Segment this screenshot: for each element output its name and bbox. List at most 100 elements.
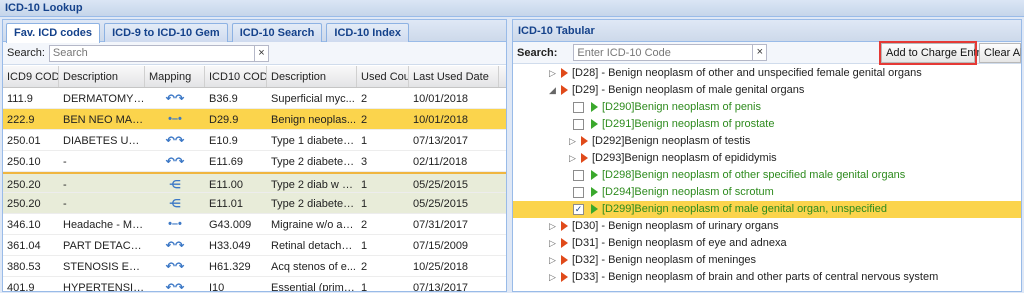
add-to-charge-entry-button[interactable]: Add to Charge Entry xyxy=(879,41,986,65)
expand-icon[interactable]: ▷ xyxy=(549,272,556,283)
table-row[interactable]: 346.10 Headache - Mig... •–• G43.009 Migrain… xyxy=(3,214,506,235)
row-last-used-date: 07/15/2009 xyxy=(413,240,469,252)
mapping-icon[interactable]: •–• xyxy=(145,214,205,234)
tree-node-label[interactable]: [D33] - Benign neoplasm of brain and oth… xyxy=(572,271,938,283)
tree-node[interactable]: [D298]Benign neoplasm of other specified… xyxy=(513,167,1021,184)
mapping-icon[interactable]: ↶↷ xyxy=(145,235,205,255)
tree-node-label[interactable]: [D294]Benign neoplasm of scrotum xyxy=(602,186,774,198)
table-row[interactable]: 250.20 - ⋲ E11.01 Type 2 diabetes... 1 05/25/2… xyxy=(3,193,506,214)
tab-icd10-index[interactable]: ICD-10 Index xyxy=(326,23,410,42)
table-row[interactable]: 222.9 BEN NEO MAL... •–• D29.9 Benign neopla… xyxy=(3,109,506,130)
icd10-code-input[interactable] xyxy=(573,44,754,61)
table-row[interactable]: 361.04 PART DETACH-... ↶↷ H33.049 Retinal de… xyxy=(3,235,506,256)
mapping-icon[interactable]: ↶↷ xyxy=(145,277,205,291)
collapse-icon[interactable]: ◢ xyxy=(549,85,556,96)
row-description: DIABETES UN... xyxy=(63,135,145,147)
tree-node[interactable]: ▷ [D293]Benign neoplasm of epididymis xyxy=(513,150,1021,167)
expand-icon[interactable]: ▷ xyxy=(569,153,576,164)
tab-icd9-to-icd10-gem[interactable]: ICD-9 to ICD-10 Gem xyxy=(104,23,228,42)
code-checkbox[interactable] xyxy=(573,102,584,113)
mapping-icon[interactable]: ↶↷ xyxy=(145,88,205,108)
row-last-used-date: 05/25/2015 xyxy=(413,198,469,210)
row-icd10-description: Type 1 diabetes... xyxy=(271,135,357,147)
row-used-count: 2 xyxy=(361,114,368,126)
col-icd10-description[interactable]: Description xyxy=(267,66,357,87)
code-checkbox[interactable] xyxy=(573,187,584,198)
col-used-count[interactable]: Used Count xyxy=(357,66,409,87)
tree-node[interactable]: ◢ [D29] - Benign neoplasm of male genital… xyxy=(513,82,1021,99)
tree-node[interactable]: ▷ [D292]Benign neoplasm of testis xyxy=(513,133,1021,150)
table-row[interactable]: 250.20 - ⋲ E11.00 Type 2 diab w h... 1 05/25/2… xyxy=(3,172,506,193)
row-icd9-code: 222.9 xyxy=(7,114,35,126)
favorites-panel: Fav. ICD codes ICD-9 to ICD-10 Gem ICD-1… xyxy=(2,19,507,292)
expand-icon[interactable]: ▷ xyxy=(549,68,556,79)
table-row[interactable]: 250.01 DIABETES UN... ↶↷ E10.9 Type 1 diabet… xyxy=(3,130,506,151)
mapping-icon[interactable]: ↶↷ xyxy=(145,256,205,276)
row-icd10-description: Acq stenos of e... xyxy=(271,261,356,273)
row-icd10-code: H33.049 xyxy=(209,240,251,252)
table-row[interactable]: 250.10 - ↶↷ E11.69 Type 2 diabetes... 3 02/11/… xyxy=(3,151,506,172)
billable-code-icon xyxy=(591,170,598,180)
tabular-search-row: Search: × Add to Charge Entry Clear All xyxy=(513,41,1021,65)
row-description: - xyxy=(63,179,67,191)
table-row[interactable]: 401.9 HYPERTENSIO... ↶↷ I10 Essential (prima… xyxy=(3,277,506,291)
expand-icon[interactable]: ▷ xyxy=(549,255,556,266)
table-row[interactable]: 111.9 DERMATOMYC... ↶↷ B36.9 Superficial myc… xyxy=(3,88,506,109)
row-icd9-code: 380.53 xyxy=(7,261,41,273)
fav-search-input[interactable] xyxy=(48,44,255,62)
icd10-search-clear-icon[interactable]: × xyxy=(753,44,768,61)
row-icd9-code: 250.20 xyxy=(7,198,41,210)
expand-icon[interactable]: ▷ xyxy=(549,238,556,249)
mapping-icon[interactable]: ↶↷ xyxy=(145,130,205,150)
tree-node-label[interactable]: [D28] - Benign neoplasm of other and uns… xyxy=(572,67,922,79)
row-last-used-date: 10/01/2018 xyxy=(413,114,469,126)
mapping-icon[interactable]: ⋲ xyxy=(145,193,205,213)
row-icd9-code: 346.10 xyxy=(7,219,41,231)
fav-search-clear-icon[interactable]: × xyxy=(254,44,269,62)
tree-node[interactable]: [D291]Benign neoplasm of prostate xyxy=(513,116,1021,133)
tree-node[interactable]: ▷ [D33] - Benign neoplasm of brain and ot… xyxy=(513,269,1021,286)
tree-node[interactable]: ▷ [D28] - Benign neoplasm of other and un… xyxy=(513,65,1021,82)
fav-codes-grid: ICD9 CODE Description Mapping ICD10 CODE… xyxy=(3,66,506,291)
tree-node-label[interactable]: [D29] - Benign neoplasm of male genital … xyxy=(572,84,804,96)
tree-node-label[interactable]: [D31] - Benign neoplasm of eye and adnex… xyxy=(572,237,787,249)
tree-node-label[interactable]: [D291]Benign neoplasm of prostate xyxy=(602,118,774,130)
tree-node-label[interactable]: [D32] - Benign neoplasm of meninges xyxy=(572,254,756,266)
tree-node-label[interactable]: [D30] - Benign neoplasm of urinary organ… xyxy=(572,220,779,232)
row-icd10-description: Type 2 diabetes... xyxy=(271,156,357,168)
mapping-icon[interactable]: ↶↷ xyxy=(145,151,205,171)
clear-all-button[interactable]: Clear All xyxy=(979,43,1021,63)
table-row[interactable]: 380.53 STENOSIS EA... ↶↷ H61.329 Acq stenos … xyxy=(3,256,506,277)
tree-node-label[interactable]: [D292]Benign neoplasm of testis xyxy=(592,135,750,147)
mapping-icon[interactable]: •–• xyxy=(145,109,205,129)
col-last-used-date[interactable]: Last Used Date xyxy=(409,66,499,87)
tree-node[interactable]: ▷ [D32] - Benign neoplasm of meninges xyxy=(513,252,1021,269)
col-mapping[interactable]: Mapping xyxy=(145,66,205,87)
code-checkbox[interactable] xyxy=(573,170,584,181)
row-last-used-date: 07/31/2017 xyxy=(413,219,469,231)
tree-node-label[interactable]: [D290]Benign neoplasm of penis xyxy=(602,101,761,113)
category-flag-icon xyxy=(561,255,568,265)
tree-node[interactable]: ✓ [D299]Benign neoplasm of male genital o… xyxy=(513,201,1021,218)
row-used-count: 1 xyxy=(361,135,368,147)
tree-node[interactable]: ▷ [D31] - Benign neoplasm of eye and adne… xyxy=(513,235,1021,252)
col-icd9-code[interactable]: ICD9 CODE xyxy=(3,66,59,87)
expand-icon[interactable]: ▷ xyxy=(569,136,576,147)
tab-fav-icd-codes[interactable]: Fav. ICD codes xyxy=(6,23,101,43)
mapping-icon[interactable]: ⋲ xyxy=(145,174,205,192)
expand-icon[interactable]: ▷ xyxy=(549,221,556,232)
grid-header: ICD9 CODE Description Mapping ICD10 CODE… xyxy=(3,66,506,88)
tab-icd10-search[interactable]: ICD-10 Search xyxy=(231,23,323,42)
tree-node-label[interactable]: [D299]Benign neoplasm of male genital or… xyxy=(602,203,887,215)
code-checkbox[interactable]: ✓ xyxy=(573,204,584,215)
tree-node-label[interactable]: [D298]Benign neoplasm of other specified… xyxy=(602,169,905,181)
tree-node[interactable]: ▷ [D30] - Benign neoplasm of urinary orga… xyxy=(513,218,1021,235)
tree-node-label[interactable]: [D293]Benign neoplasm of epididymis xyxy=(592,152,777,164)
row-used-count: 3 xyxy=(361,156,368,168)
col-icd10-code[interactable]: ICD10 CODE xyxy=(205,66,267,87)
col-description[interactable]: Description xyxy=(59,66,145,87)
tree-node[interactable]: [D290]Benign neoplasm of penis xyxy=(513,99,1021,116)
row-description: STENOSIS EA... xyxy=(63,261,145,273)
code-checkbox[interactable] xyxy=(573,119,584,130)
tree-node[interactable]: [D294]Benign neoplasm of scrotum xyxy=(513,184,1021,201)
